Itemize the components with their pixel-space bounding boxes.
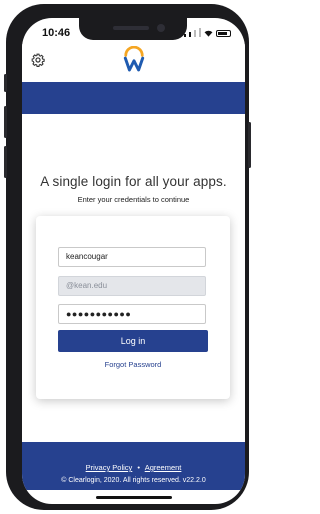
username-field[interactable]: keancougar: [58, 247, 206, 267]
power-button: [248, 122, 251, 168]
footer-links: Privacy Policy • Agreement: [22, 463, 245, 472]
privacy-policy-link[interactable]: Privacy Policy: [86, 463, 133, 472]
camera: [157, 24, 165, 32]
home-indicator[interactable]: [96, 496, 172, 499]
page-title: A single login for all your apps.: [40, 174, 227, 189]
signal-icon: [194, 30, 196, 37]
notch: [79, 18, 187, 40]
workday-logo-icon: [123, 46, 145, 72]
status-icons: [184, 28, 231, 37]
footer-separator: •: [137, 463, 141, 472]
speaker: [113, 26, 149, 30]
phone-screen: 10:46 A single login for all your apps. …: [22, 18, 245, 504]
phone-frame: 10:46 A single login for all your apps. …: [4, 4, 251, 510]
app-header: [22, 44, 245, 82]
signal-icon: [189, 32, 191, 37]
gear-icon[interactable]: [31, 53, 45, 67]
login-card: keancougar @kean.edu ●●●●●●●●●●● Log in …: [36, 216, 230, 399]
mute-switch: [4, 74, 7, 92]
wifi-icon: [204, 30, 213, 37]
forgot-password-link[interactable]: Forgot Password: [36, 360, 230, 369]
login-button[interactable]: Log in: [58, 330, 208, 352]
signal-icon: [199, 28, 201, 37]
volume-down-button: [4, 146, 7, 178]
volume-up-button: [4, 106, 7, 138]
page-subtitle: Enter your credentials to continue: [77, 195, 190, 204]
agreement-link[interactable]: Agreement: [145, 463, 182, 472]
status-time: 10:46: [42, 27, 71, 39]
battery-icon: [216, 30, 231, 37]
header-banner: [22, 82, 245, 114]
domain-field: @kean.edu: [58, 276, 206, 296]
password-field[interactable]: ●●●●●●●●●●●: [58, 304, 206, 324]
copyright-text: © Clearlogin, 2020. All rights reserved.…: [61, 477, 206, 484]
signal-icon: [184, 34, 186, 37]
footer: Privacy Policy • Agreement © Clearlogin,…: [22, 442, 245, 490]
